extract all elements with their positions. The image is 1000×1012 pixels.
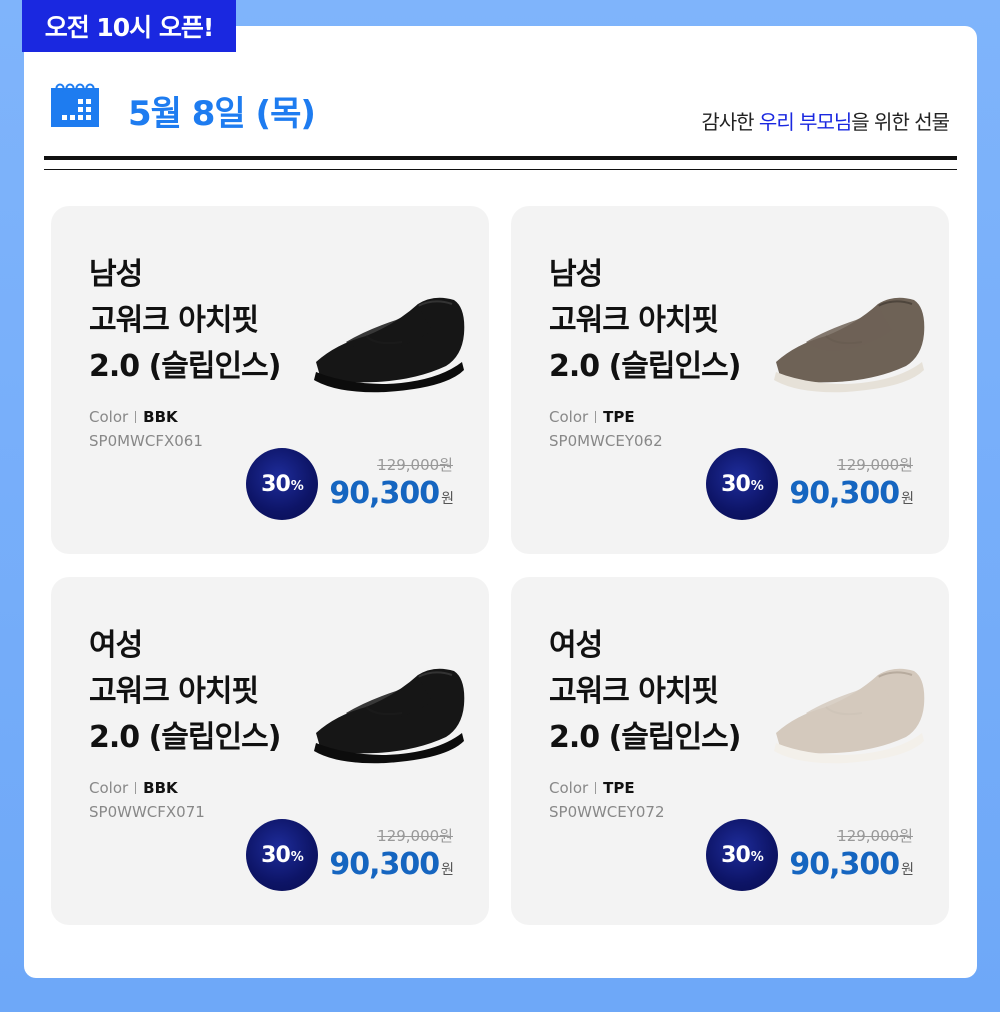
event-date: 5월 8일 (목) — [128, 94, 316, 134]
product-title: 여성 고워크 아치핏 2.0 (슬립인스) — [549, 628, 741, 755]
product-title: 남성 고워크 아치핏 2.0 (슬립인스) — [549, 257, 741, 384]
product-card[interactable]: 여성 고워크 아치핏 2.0 (슬립인스) Color TPE SP0WWCEY0… — [511, 577, 949, 925]
color-spec: Color BBK — [89, 779, 178, 797]
color-spec: Color BBK — [89, 408, 178, 426]
shoe-image — [774, 297, 925, 393]
product-sku: SP0MWCFX061 — [89, 432, 203, 450]
discount-badge: 30% — [706, 448, 778, 520]
product-card[interactable]: 여성 고워크 아치핏 2.0 (슬립인스) Color BBK SP0WWCFX0… — [51, 577, 489, 925]
discount-badge: 30% — [246, 448, 318, 520]
product-title: 남성 고워크 아치핏 2.0 (슬립인스) — [89, 257, 281, 384]
product-card[interactable]: 남성 고워크 아치핏 2.0 (슬립인스) Color BBK SP0MWCFX0… — [51, 206, 489, 554]
event-panel: 5월 8일 (목) 감사한 우리 부모님을 위한 선물 남성 고워크 아치핏 2… — [24, 26, 977, 978]
product-sku: SP0WWCFX071 — [89, 803, 205, 821]
sale-price: 90,300 원 — [329, 476, 454, 511]
shoe-image — [314, 297, 465, 393]
divider-thick — [44, 156, 957, 160]
product-title: 여성 고워크 아치핏 2.0 (슬립인스) — [89, 628, 281, 755]
original-price: 129,000원 — [837, 827, 913, 845]
color-spec: Color TPE — [549, 408, 635, 426]
color-spec: Color TPE — [549, 779, 635, 797]
original-price: 129,000원 — [377, 456, 453, 474]
sale-price: 90,300 원 — [789, 476, 914, 511]
divider-thin — [44, 169, 957, 170]
sale-price: 90,300 원 — [329, 847, 454, 882]
open-time-badge: 오전 10시 오픈! — [22, 0, 236, 52]
discount-badge: 30% — [706, 819, 778, 891]
product-sku: SP0WWCEY072 — [549, 803, 665, 821]
shoe-image — [774, 668, 925, 764]
calendar-icon — [51, 83, 99, 127]
product-card[interactable]: 남성 고워크 아치핏 2.0 (슬립인스) Color TPE SP0MWCEY0… — [511, 206, 949, 554]
sale-price: 90,300 원 — [789, 847, 914, 882]
original-price: 129,000원 — [837, 456, 913, 474]
product-sku: SP0MWCEY062 — [549, 432, 663, 450]
original-price: 129,000원 — [377, 827, 453, 845]
shoe-image — [314, 668, 465, 764]
tagline: 감사한 우리 부모님을 위한 선물 — [701, 110, 950, 134]
discount-badge: 30% — [246, 819, 318, 891]
